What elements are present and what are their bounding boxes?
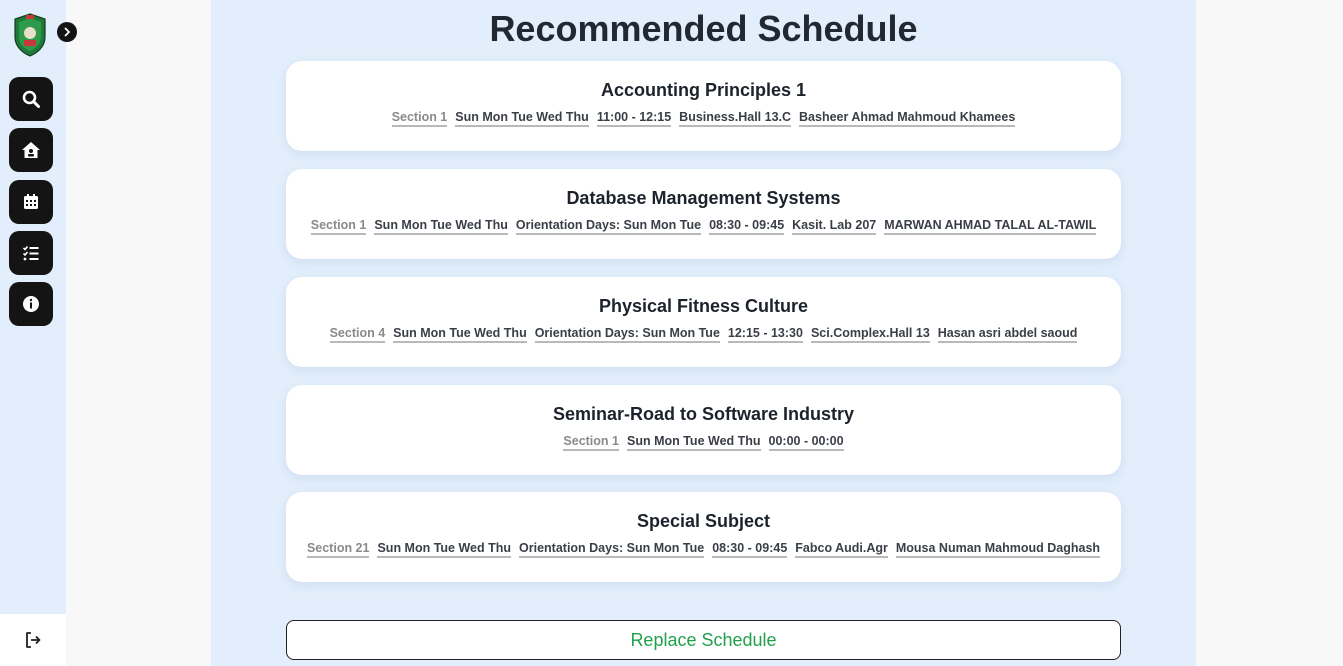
instructor-label: MARWAN AHMAD TALAL AL-TAWIL: [884, 218, 1097, 235]
orientation-label: Orientation Days: Sun Mon Tue: [534, 326, 720, 343]
instructor-label: Basheer Ahmad Mahmoud Khamees: [799, 110, 1016, 127]
days-label: Sun Mon Tue Wed Thu: [377, 541, 512, 558]
course-card: Accounting Principles 1 Section 1 Sun Mo…: [286, 61, 1121, 151]
course-card: Seminar-Road to Software Industry Sectio…: [286, 385, 1121, 475]
days-label: Sun Mon Tue Wed Thu: [393, 326, 527, 343]
section-label: Section 1: [310, 218, 367, 235]
course-details: Section 1 Sun Mon Tue Wed Thu Orientatio…: [286, 218, 1121, 235]
checklist-icon: [22, 245, 39, 261]
logout-icon[interactable]: [24, 631, 42, 649]
days-label: Sun Mon Tue Wed Thu: [374, 218, 508, 235]
sidebar-item-checklist[interactable]: [9, 231, 53, 275]
time-label: 00:00 - 00:00: [768, 434, 844, 451]
university-logo: [14, 13, 46, 57]
info-icon: [23, 296, 39, 312]
course-name: Physical Fitness Culture: [598, 296, 809, 316]
location-label: Sci.Complex.Hall 13: [810, 326, 930, 343]
sidebar: [0, 0, 77, 666]
course-card: Special Subject Section 21 Sun Mon Tue W…: [286, 492, 1121, 582]
days-label: Sun Mon Tue Wed Thu: [455, 110, 589, 127]
time-label: 11:00 - 12:15: [596, 110, 672, 127]
course-name: Database Management Systems: [566, 188, 841, 208]
course-name: Accounting Principles 1: [600, 80, 807, 100]
section-label: Section 1: [391, 110, 448, 127]
sidebar-item-calendar[interactable]: [9, 180, 53, 224]
time-label: 12:15 - 13:30: [727, 326, 803, 343]
location-label: Fabco Audi.Agr: [795, 541, 888, 558]
location-label: Business.Hall 13.C: [679, 110, 792, 127]
course-card: Physical Fitness Culture Section 4 Sun M…: [286, 277, 1121, 367]
time-label: 08:30 - 09:45: [709, 218, 785, 235]
course-details: Section 1 Sun Mon Tue Wed Thu 00:00 - 00…: [286, 434, 1121, 451]
sidebar-item-info[interactable]: [9, 282, 53, 326]
time-label: 08:30 - 09:45: [712, 541, 788, 558]
instructor-label: Hasan asri abdel saoud: [937, 326, 1078, 343]
chevron-right-icon: [64, 27, 70, 37]
course-card: Database Management Systems Section 1 Su…: [286, 169, 1121, 259]
orientation-label: Orientation Days: Sun Mon Tue: [515, 218, 702, 235]
orientation-label: Orientation Days: Sun Mon Tue: [519, 541, 705, 558]
sidebar-item-search[interactable]: [9, 77, 53, 121]
course-details: Section 21 Sun Mon Tue Wed Thu Orientati…: [286, 541, 1121, 558]
instructor-label: Mousa Numan Mahmoud Daghash: [895, 541, 1101, 558]
course-details: Section 4 Sun Mon Tue Wed Thu Orientatio…: [286, 326, 1121, 343]
section-label: Section 1: [563, 434, 619, 451]
sidebar-footer: [0, 614, 66, 666]
sidebar-toggle-button[interactable]: [57, 22, 77, 42]
location-label: Kasit. Lab 207: [792, 218, 877, 235]
course-name: Special Subject: [636, 511, 771, 531]
course-name: Seminar-Road to Software Industry: [552, 404, 855, 424]
replace-schedule-button[interactable]: Replace Schedule: [286, 620, 1121, 660]
course-details: Section 1 Sun Mon Tue Wed Thu 11:00 - 12…: [286, 110, 1121, 127]
search-icon: [22, 90, 40, 108]
home-icon: [22, 142, 40, 158]
days-label: Sun Mon Tue Wed Thu: [626, 434, 761, 451]
schedule-panel: Recommended Schedule Accounting Principl…: [211, 0, 1196, 666]
sidebar-item-home[interactable]: [9, 128, 53, 172]
section-label: Section 21: [306, 541, 370, 558]
section-label: Section 4: [329, 326, 386, 343]
page-title: Recommended Schedule: [489, 8, 918, 49]
calendar-icon: [24, 194, 38, 209]
